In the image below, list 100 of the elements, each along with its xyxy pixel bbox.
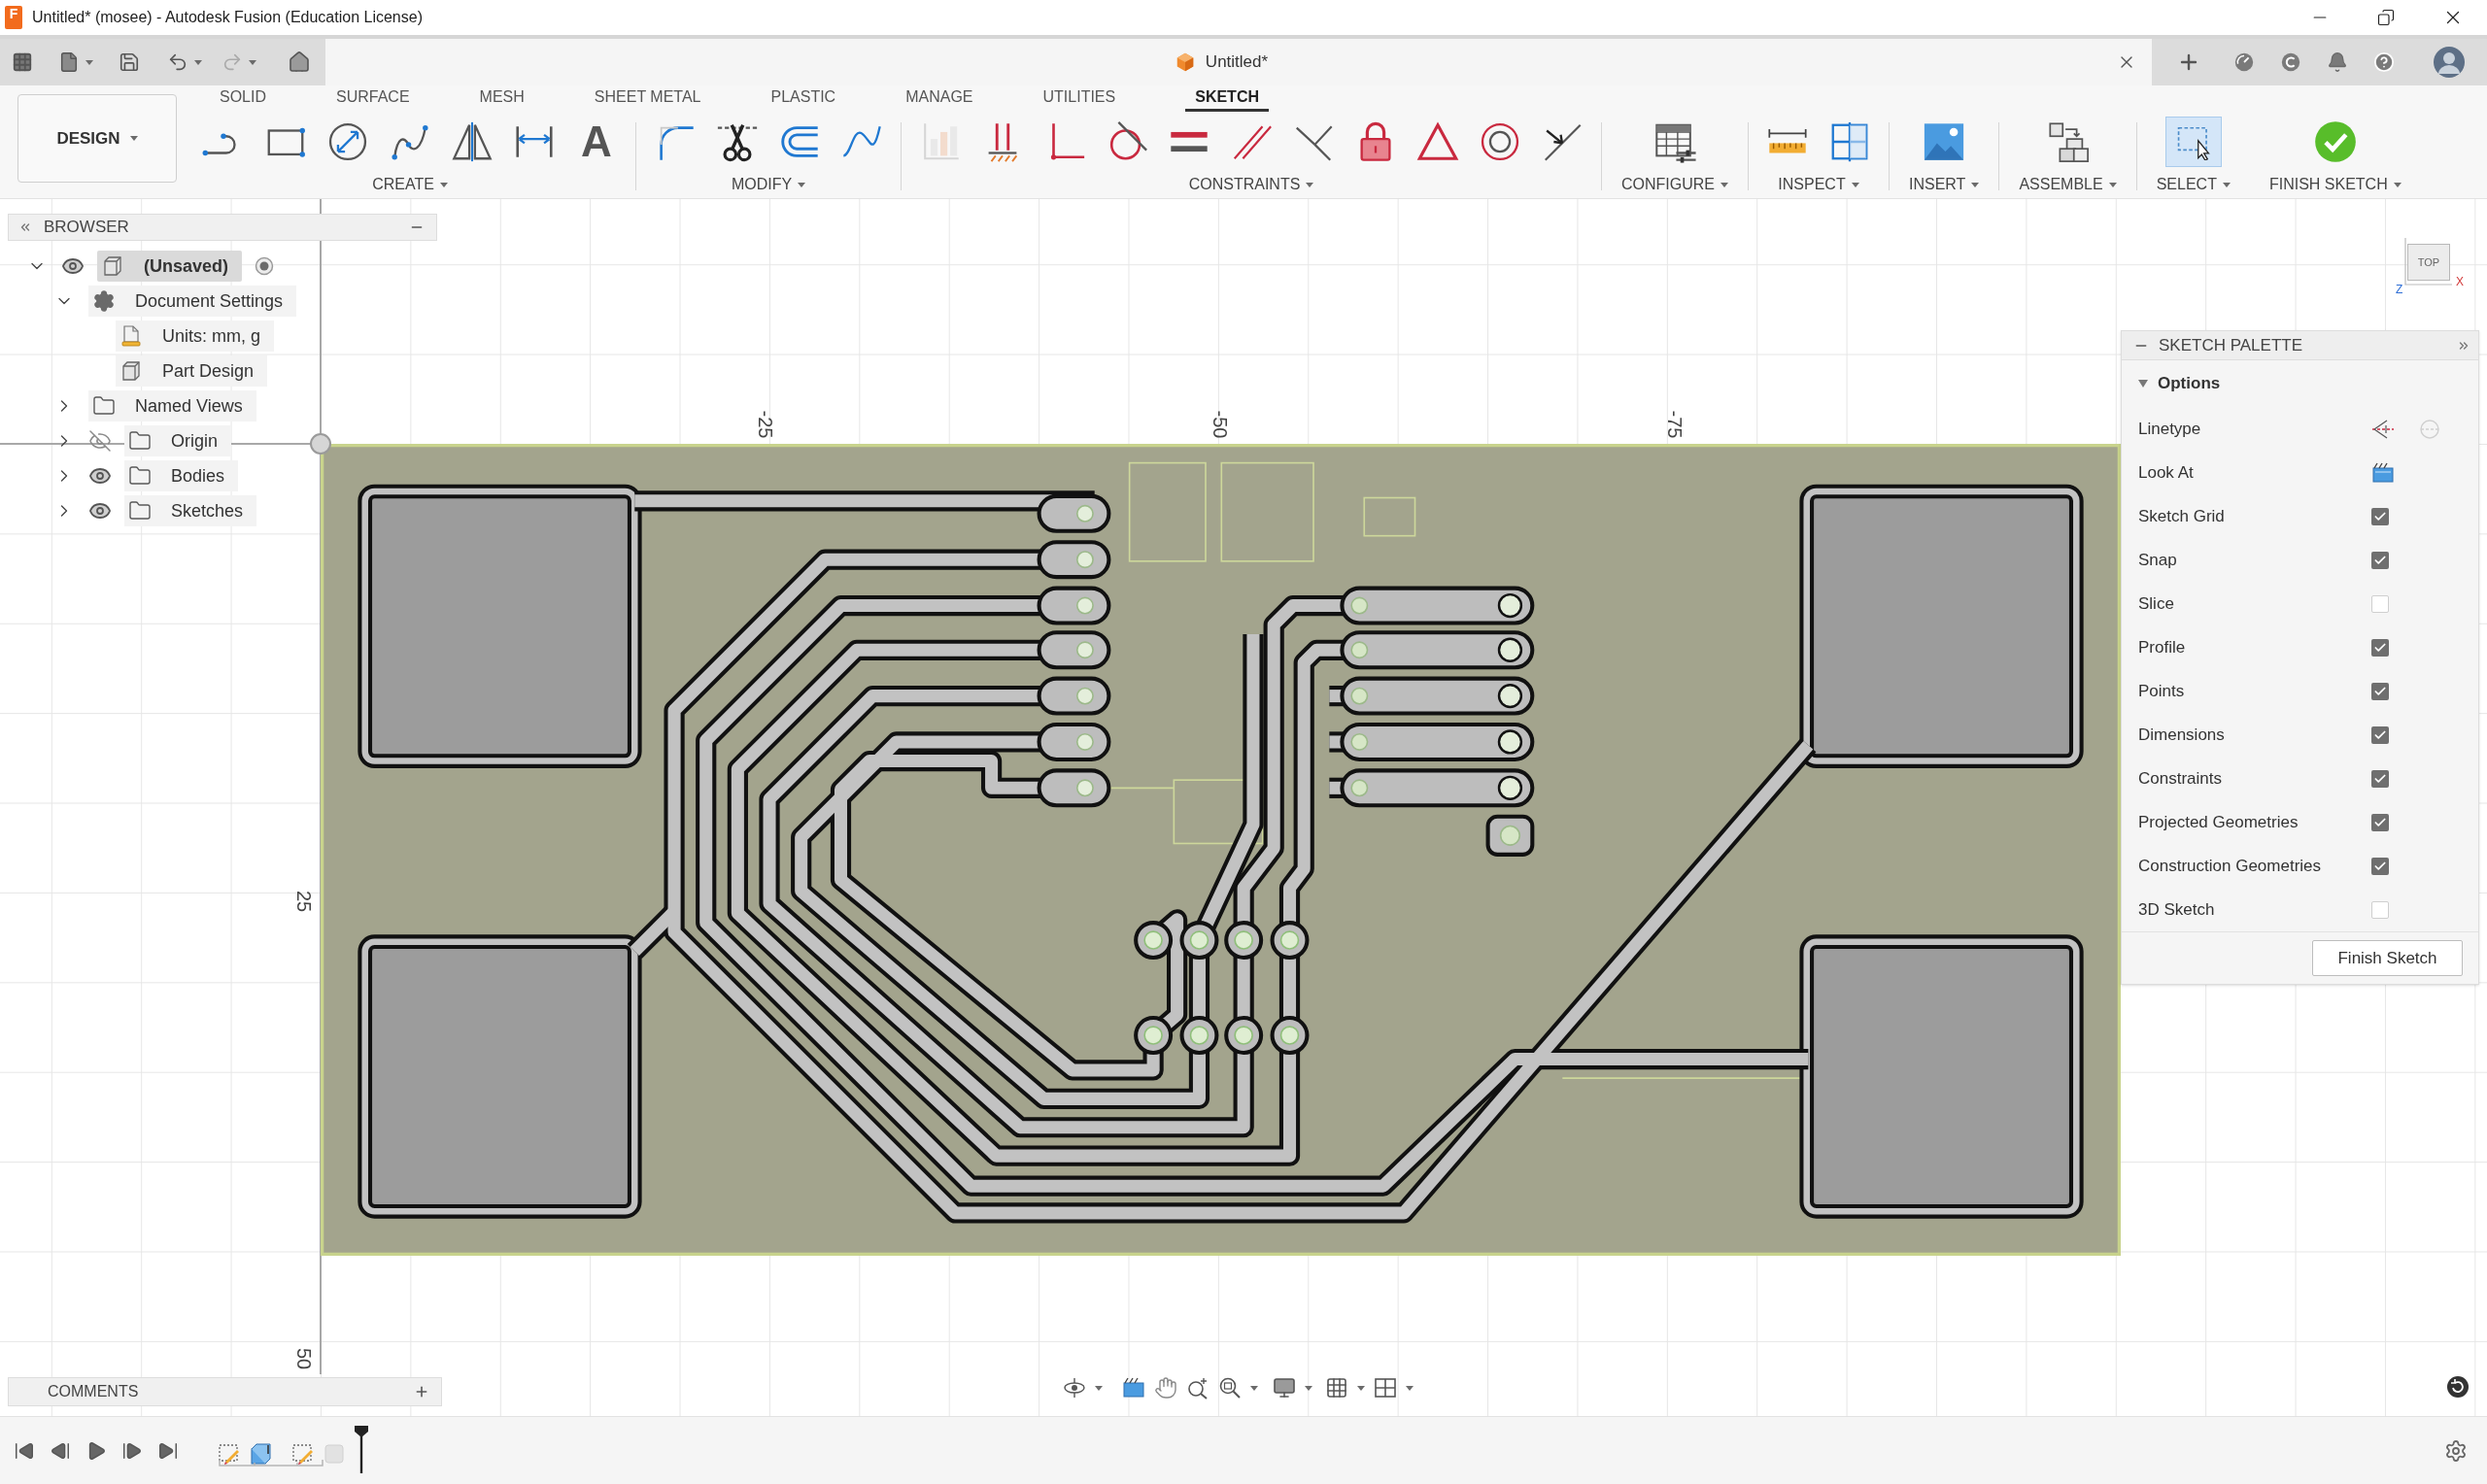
browser-tree-item[interactable]: Units: mm, g [116, 320, 274, 352]
caret-icon [1720, 182, 1728, 187]
finish-sketch-button[interactable]: Finish Sketch [2312, 940, 2463, 976]
sketch-feature-icon[interactable] [218, 1441, 241, 1466]
tool-group-menu[interactable]: CREATE [372, 173, 448, 196]
axis-label: 50 [292, 1347, 316, 1370]
checkbox[interactable] [2371, 594, 2389, 613]
screen-icon[interactable] [1122, 1376, 1145, 1400]
grid-icon[interactable] [1325, 1376, 1348, 1400]
extrude-feature-icon[interactable] [249, 1441, 272, 1466]
document-tab[interactable]: Untitled* [325, 39, 2152, 85]
axis-letter: X [2456, 275, 2464, 288]
text-tool-button[interactable]: A [581, 119, 612, 164]
home-icon[interactable] [288, 51, 311, 74]
option-label: Profile [2138, 636, 2187, 658]
browser-tree-item[interactable]: Origin [124, 425, 231, 456]
caret-icon [1971, 182, 1980, 187]
browser-tree-item[interactable]: (Unsaved) [97, 251, 243, 282]
checkbox[interactable] [2371, 900, 2389, 919]
checkbox[interactable] [2371, 813, 2389, 831]
avatar-icon[interactable] [2434, 47, 2465, 78]
toolbar-tab[interactable]: MESH [444, 85, 560, 115]
tool-group-menu[interactable]: CONFIGURE [1621, 173, 1728, 196]
axis-label: 25 [292, 890, 316, 913]
view-cube[interactable]: TOP [2407, 244, 2450, 281]
toolbar-tab[interactable]: SOLID [185, 85, 301, 115]
zoom-in-icon[interactable] [1186, 1376, 1209, 1400]
toolbar-tab[interactable]: SURFACE [301, 85, 445, 115]
browser-tree-item[interactable]: Sketches [124, 495, 257, 526]
folder-icon [92, 394, 116, 418]
selection-box-icon[interactable] [2164, 117, 2222, 167]
sketch-feature-icon[interactable] [291, 1441, 315, 1466]
caret-icon [1306, 182, 1314, 187]
checkbox[interactable] [2371, 769, 2389, 788]
caret-icon [1095, 1385, 1103, 1391]
help-icon[interactable] [2373, 51, 2395, 73]
viewports-icon[interactable] [1374, 1376, 1397, 1400]
caret-icon [1406, 1385, 1414, 1391]
axis-label: -25 [754, 410, 777, 439]
checkbox[interactable] [2371, 638, 2389, 657]
caret-icon [1357, 1385, 1365, 1391]
app-logo: F [5, 6, 22, 29]
undo-icon[interactable] [167, 51, 188, 73]
option-label: Snap [2138, 549, 2178, 571]
caret-icon [249, 59, 256, 65]
origin-point-icon [309, 432, 332, 455]
browser-tree-item[interactable]: Part Design [116, 355, 268, 387]
axis-letter: Z [2396, 283, 2403, 296]
gear-icon [92, 289, 116, 313]
caret-icon [2222, 182, 2231, 187]
file-icon[interactable] [58, 51, 80, 73]
workspace-menu-button[interactable]: DESIGN [17, 94, 177, 183]
checkbox[interactable] [2371, 725, 2389, 744]
save-icon[interactable] [119, 51, 140, 73]
browser-tree-item[interactable]: Document Settings [88, 286, 297, 317]
timeline-marker-icon[interactable] [354, 1424, 369, 1473]
browser-tree-item[interactable]: Bodies [124, 460, 239, 491]
option-label: Slice [2138, 592, 2175, 615]
checkbox[interactable] [2371, 857, 2389, 875]
gauge-icon[interactable] [2233, 51, 2255, 73]
check-circle-icon[interactable] [2312, 119, 2358, 164]
checkbox[interactable] [2371, 682, 2389, 700]
tool-group-menu[interactable]: INSPECT [1778, 173, 1859, 196]
eye-off-icon[interactable] [88, 429, 112, 453]
toolbar-tab[interactable]: MANAGE [870, 85, 1008, 115]
caret-icon [1851, 182, 1859, 187]
panel-title: SKETCH PALETTE [2159, 334, 2302, 356]
section-toggle-icon[interactable] [2138, 379, 2148, 388]
component-icon [119, 359, 143, 383]
tool-group-menu[interactable]: SELECT [2156, 173, 2231, 196]
toolbar-tab[interactable]: SKETCH [1150, 85, 1304, 115]
mirror-triangles-icon[interactable] [450, 119, 494, 164]
collapse-panel-icon[interactable] [18, 220, 32, 234]
toolbar-tab[interactable]: PLASTIC [735, 85, 871, 115]
hand-icon[interactable] [1154, 1376, 1177, 1400]
option-label: Linetype [2138, 418, 2202, 440]
caret-icon [2108, 182, 2117, 187]
checkbox[interactable] [2371, 551, 2389, 569]
screen-icon[interactable] [2371, 460, 2395, 485]
tool-group-menu[interactable]: ASSEMBLE [2019, 173, 2117, 196]
toolbar-tab[interactable]: UTILITIES [1007, 85, 1151, 115]
radio-icon[interactable] [255, 256, 275, 276]
toolbar-tab[interactable]: SHEET METAL [559, 85, 736, 115]
settings-icon[interactable] [2444, 1438, 2468, 1463]
tool-group-menu[interactable]: MODIFY [731, 173, 806, 196]
bell-icon[interactable] [2327, 51, 2348, 73]
tool-group-menu[interactable]: FINISH SKETCH [2268, 173, 2402, 196]
add-comment-icon[interactable] [414, 1384, 429, 1400]
tool-group-menu[interactable]: CONSTRAINTS [1188, 173, 1314, 196]
browser-tree-item[interactable]: Named Views [88, 390, 256, 422]
circled-c-icon[interactable] [2280, 51, 2301, 73]
restore-icon[interactable] [2377, 9, 2395, 26]
tool-group-menu[interactable]: INSERT [1909, 173, 1980, 196]
checkbox[interactable] [2371, 507, 2389, 525]
orbit-icon[interactable] [1063, 1376, 1086, 1400]
caret-icon [129, 136, 138, 141]
caret-icon [439, 182, 448, 187]
app-grid-icon[interactable] [12, 51, 33, 73]
monitor-icon[interactable] [1273, 1376, 1296, 1400]
zoom-fit-icon[interactable] [1218, 1376, 1242, 1400]
